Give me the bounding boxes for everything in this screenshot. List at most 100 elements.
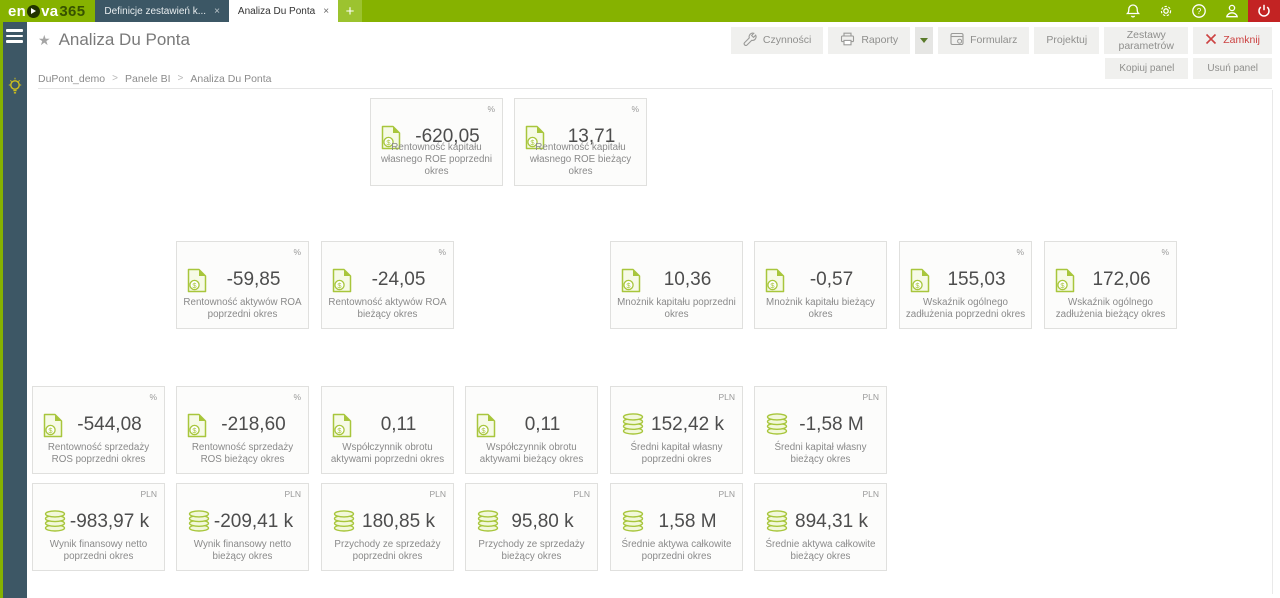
chevron-down-icon bbox=[920, 38, 928, 43]
tile-value: 0,11 bbox=[494, 414, 591, 436]
logo-text-va: va bbox=[41, 3, 58, 20]
logout-power-icon[interactable] bbox=[1248, 0, 1280, 22]
kpi-tile[interactable]: PLN894,31 kŚrednie aktywa całkowite bież… bbox=[754, 483, 887, 571]
form-window-icon bbox=[950, 32, 964, 49]
logo-text-en: en bbox=[8, 3, 26, 20]
settings-gear-icon[interactable] bbox=[1149, 0, 1182, 22]
tile-unit: PLN bbox=[573, 489, 590, 499]
projektuj-button[interactable]: Projektuj bbox=[1034, 27, 1099, 54]
tile-value: 894,31 k bbox=[783, 511, 880, 533]
kpi-tile[interactable]: %$-24,05Rentowność aktywów ROA bieżący o… bbox=[321, 241, 454, 329]
tile-unit: PLN bbox=[284, 489, 301, 499]
tab-label: Definicje zestawień k... bbox=[104, 6, 206, 17]
scrollbar-track[interactable] bbox=[1272, 90, 1273, 594]
tile-value: -209,41 k bbox=[205, 511, 302, 533]
formularz-button[interactable]: Formularz bbox=[938, 27, 1029, 54]
document-dollar-icon: $ bbox=[187, 268, 207, 298]
menu-hamburger-icon[interactable] bbox=[6, 29, 23, 43]
kpi-tile[interactable]: PLN-1,58 MŚredni kapitał własny bieżący … bbox=[754, 386, 887, 474]
czynnosci-button[interactable]: Czynności bbox=[731, 27, 823, 54]
logo-o-icon bbox=[27, 5, 40, 18]
tile-value: 172,06 bbox=[1073, 269, 1170, 291]
breadcrumb-panele-bi[interactable]: Panele BI bbox=[125, 73, 171, 85]
tile-value: -59,85 bbox=[205, 269, 302, 291]
document-dollar-icon: $ bbox=[332, 268, 352, 298]
tile-value: 10,36 bbox=[639, 269, 736, 291]
kpi-tile[interactable]: $0,11Współczynnik obrotu aktywami poprze… bbox=[321, 386, 454, 474]
tab-close-icon[interactable]: × bbox=[323, 6, 329, 17]
tile-value: -1,58 M bbox=[783, 414, 880, 436]
tab-close-icon[interactable]: × bbox=[214, 6, 220, 17]
kpi-tile[interactable]: PLN -209,41 k Wynik finansowy netto bieżąc… bbox=[176, 483, 309, 571]
page-title: Analiza Du Ponta bbox=[59, 30, 190, 50]
kpi-tile[interactable]: PLN1,58 MŚrednie aktywa całkowite poprze… bbox=[610, 483, 743, 571]
tile-value: 180,85 k bbox=[350, 511, 447, 533]
tile-label: Wskaźnik ogólnego zadłużenia bieżący okr… bbox=[1050, 297, 1171, 321]
tile-label: Mnożnik kapitału poprzedni okres bbox=[616, 297, 737, 321]
tile-value: -0,57 bbox=[783, 269, 880, 291]
tile-value: 0,11 bbox=[350, 414, 447, 436]
tab-definicje-zestawien[interactable]: Definicje zestawień k... × bbox=[95, 0, 229, 22]
add-tab-button[interactable]: + bbox=[338, 0, 362, 22]
favorite-star-icon[interactable]: ★ bbox=[38, 32, 51, 49]
kpi-tile[interactable]: PLN-983,97 kWynik finansowy netto poprze… bbox=[32, 483, 165, 571]
tile-unit: % bbox=[487, 104, 495, 114]
tile-label: Rentowność aktywów ROA poprzedni okres bbox=[182, 297, 303, 321]
document-dollar-icon: $ bbox=[43, 413, 63, 443]
kpi-tile[interactable]: $0,11Współczynnik obrotu aktywami bieżąc… bbox=[465, 386, 598, 474]
kpi-tile[interactable]: %$-218,60Rentowność sprzedaży ROS bieżąc… bbox=[176, 386, 309, 474]
kpi-tile[interactable]: %$172,06Wskaźnik ogólnego zadłużenia bie… bbox=[1044, 241, 1177, 329]
tile-label: Współczynnik obrotu aktywami bieżący okr… bbox=[471, 442, 592, 466]
document-dollar-icon: $ bbox=[1055, 268, 1075, 298]
zestawy-parametrow-button[interactable]: Zestawy parametrów bbox=[1104, 27, 1188, 54]
kpi-tile[interactable]: $10,36 Mnożnik kapitału poprzedni okres bbox=[610, 241, 743, 329]
notifications-bell-icon[interactable] bbox=[1116, 0, 1149, 22]
tile-value: -24,05 bbox=[350, 269, 447, 291]
app-root: enva365by soneta Definicje zestawień k..… bbox=[0, 0, 1280, 598]
app-logo[interactable]: enva365by soneta bbox=[0, 0, 95, 22]
page-title-row: ★ Analiza Du Ponta bbox=[38, 30, 190, 50]
kpi-tile[interactable]: % $-59,85 Rentowność aktywów ROA poprzedni… bbox=[176, 241, 309, 329]
tile-label: Rentowność sprzedaży ROS poprzedni okres bbox=[38, 442, 159, 466]
tile-label: Rentowność aktywów ROA bieżący okres bbox=[327, 297, 448, 321]
kpi-tile[interactable]: %$155,03Wskaźnik ogólnego zadłużenia pop… bbox=[899, 241, 1032, 329]
kpi-tile[interactable]: %$13,71Rentowność kapitału własnego ROE … bbox=[514, 98, 647, 186]
help-icon[interactable]: ? bbox=[1182, 0, 1215, 22]
tile-value: 95,80 k bbox=[494, 511, 591, 533]
tile-value: 155,03 bbox=[928, 269, 1025, 291]
tile-value: 1,58 M bbox=[639, 511, 736, 533]
kpi-tile[interactable]: %$-544,08Rentowność sprzedaży ROS poprze… bbox=[32, 386, 165, 474]
tile-unit: PLN bbox=[862, 392, 879, 402]
kpi-tile[interactable]: PLN180,85 kPrzychody ze sprzedaży poprze… bbox=[321, 483, 454, 571]
tile-value: 152,42 k bbox=[639, 414, 736, 436]
tile-unit: PLN bbox=[429, 489, 446, 499]
document-dollar-icon: $ bbox=[621, 268, 641, 298]
breadcrumb-dupont-demo[interactable]: DuPont_demo bbox=[38, 73, 105, 85]
zamknij-label: Zamknij bbox=[1223, 35, 1260, 46]
raporty-label: Raporty bbox=[861, 35, 898, 46]
breadcrumb-analiza-du-ponta[interactable]: Analiza Du Ponta bbox=[190, 73, 271, 85]
tile-unit: % bbox=[631, 104, 639, 114]
kpi-tile[interactable]: PLN152,42 kŚredni kapitał własny poprzed… bbox=[610, 386, 743, 474]
tile-label: Rentowność sprzedaży ROS bieżący okres bbox=[182, 442, 303, 466]
tile-unit: % bbox=[293, 392, 301, 402]
czynnosci-label: Czynności bbox=[763, 35, 811, 46]
raporty-button[interactable]: Raporty bbox=[828, 27, 910, 54]
tab-label: Analiza Du Ponta bbox=[238, 6, 315, 17]
tile-unit: PLN bbox=[140, 489, 157, 499]
tile-label: Wynik finansowy netto bieżący okres bbox=[182, 539, 303, 563]
user-icon[interactable] bbox=[1215, 0, 1248, 22]
lightbulb-icon[interactable] bbox=[6, 77, 24, 96]
tile-label: Przychody ze sprzedaży bieżący okres bbox=[471, 539, 592, 563]
tile-unit: % bbox=[293, 247, 301, 257]
kpi-tile[interactable]: PLN 95,80 k Przychody ze sprzedaży bieżący… bbox=[465, 483, 598, 571]
kpi-tile[interactable]: %$-620,05Rentowność kapitału własnego RO… bbox=[370, 98, 503, 186]
raporty-dropdown-button[interactable] bbox=[915, 27, 933, 54]
kpi-tile[interactable]: $-0,57Mnożnik kapitału bieżący okres bbox=[754, 241, 887, 329]
tile-value: -218,60 bbox=[205, 414, 302, 436]
tile-label: Wskaźnik ogólnego zadłużenia poprzedni o… bbox=[905, 297, 1026, 321]
breadcrumb-separator: > bbox=[178, 73, 184, 84]
tab-analiza-du-ponta[interactable]: Analiza Du Ponta × bbox=[229, 0, 338, 22]
zamknij-button[interactable]: Zamknij bbox=[1193, 27, 1272, 54]
tile-unit: PLN bbox=[718, 489, 735, 499]
